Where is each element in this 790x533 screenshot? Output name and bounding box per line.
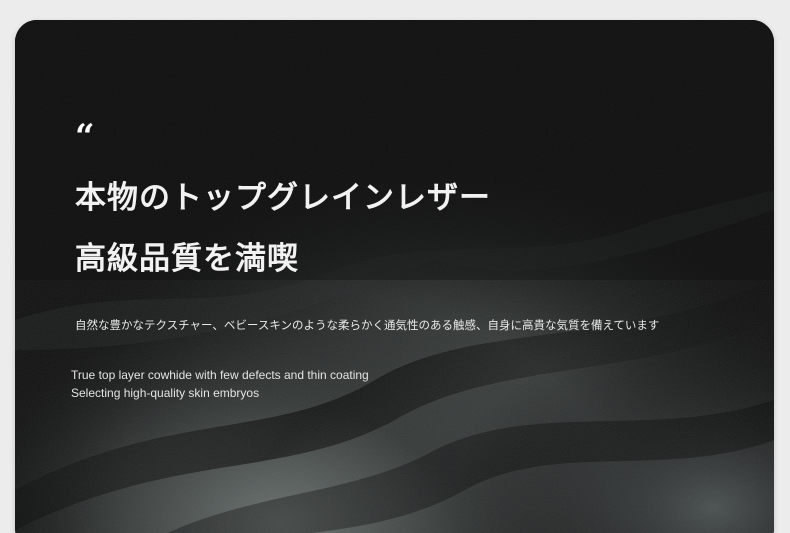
headline-line-1: 本物のトップグレインレザー <box>75 180 491 216</box>
headline-line-2: 高級品質を満喫 <box>75 241 299 277</box>
page: “ 本物のトップグレインレザー 高級品質を満喫 自然な豊かなテクスチャー、ベビー… <box>0 0 790 533</box>
leather-banner-card: “ 本物のトップグレインレザー 高級品質を満喫 自然な豊かなテクスチャー、ベビー… <box>15 20 774 533</box>
quote-mark-icon: “ <box>75 117 95 157</box>
description-japanese: 自然な豊かなテクスチャー、ベビースキンのような柔らかく通気性のある触感、自身に高… <box>75 318 660 332</box>
description-english-line-1: True top layer cowhide with few defects … <box>71 368 369 382</box>
description-english-line-2: Selecting high-quality skin embryos <box>71 386 260 400</box>
